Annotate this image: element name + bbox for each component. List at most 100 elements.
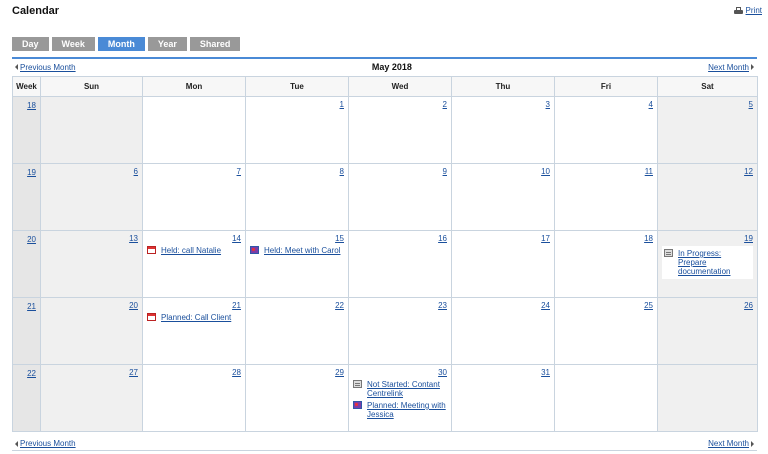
day-number-link[interactable]: 7 [147,167,241,176]
week-number-cell: 18 [12,96,41,164]
day-number-link[interactable]: 25 [559,301,653,310]
day-number-link[interactable]: 22 [250,301,344,310]
day-number-link[interactable]: 30 [353,368,447,377]
day-number-link[interactable]: 9 [353,167,447,176]
day-cell[interactable]: 28 [142,364,246,432]
week-number-link[interactable]: 20 [27,235,36,244]
tab-shared[interactable]: Shared [189,37,241,51]
day-number-link[interactable]: 24 [456,301,550,310]
event-link[interactable]: Held: Meet with Carol [264,246,340,255]
day-cell[interactable]: 26 [657,297,758,365]
day-number-link[interactable]: 1 [250,100,344,109]
day-number-link[interactable]: 6 [45,167,138,176]
day-cell[interactable]: 19 In Progress: Prepare documentation [657,230,758,298]
previous-month-link-footer[interactable]: Previous Month [15,437,76,450]
event-link[interactable]: Not Started: Contant Centrelink [367,380,447,398]
day-cell[interactable]: 27 [40,364,143,432]
next-month-link-footer[interactable]: Next Month [708,437,754,450]
day-cell[interactable]: 7 [142,163,246,231]
day-cell[interactable]: 22 [245,297,349,365]
event-link[interactable]: Planned: Call Client [161,313,231,322]
calendar-event[interactable]: Planned: Meeting with Jessica [353,401,447,419]
day-cell[interactable]: 8 [245,163,349,231]
day-number-link[interactable]: 13 [45,234,138,243]
week-number-link[interactable]: 18 [27,101,36,110]
day-cell[interactable]: 1 [245,96,349,164]
day-number-link[interactable]: 4 [559,100,653,109]
day-cell[interactable]: 10 [451,163,555,231]
print-link[interactable]: Print [733,6,762,15]
calendar-event[interactable]: In Progress: Prepare documentation [662,246,753,279]
day-cell[interactable]: 21 Planned: Call Client [142,297,246,365]
day-cell[interactable]: 23 [348,297,452,365]
calendar-event[interactable]: Held: Meet with Carol [250,246,344,255]
day-cell[interactable]: 31 [451,364,555,432]
event-link[interactable]: In Progress: Prepare documentation [678,249,751,276]
day-number-link[interactable]: 14 [147,234,241,243]
day-number-link[interactable]: 20 [45,301,138,310]
day-cell[interactable]: 15 Held: Meet with Carol [245,230,349,298]
day-number-link[interactable]: 26 [662,301,753,310]
day-number-link[interactable]: 19 [662,234,753,243]
tab-year[interactable]: Year [147,37,187,51]
day-cell[interactable]: 30 Not Started: Contant Centrelink Plann… [348,364,452,432]
day-cell[interactable]: 24 [451,297,555,365]
previous-month-link[interactable]: Previous Month [15,63,76,72]
previous-month-label[interactable]: Previous Month [20,63,76,72]
calendar-event[interactable]: Not Started: Contant Centrelink [353,380,447,398]
week-number-link[interactable]: 22 [27,369,36,378]
day-cell[interactable]: 20 [40,297,143,365]
day-number-link[interactable]: 8 [250,167,344,176]
day-number-link[interactable]: 15 [250,234,344,243]
day-number-link[interactable]: 31 [456,368,550,377]
day-cell[interactable]: 9 [348,163,452,231]
day-number-link[interactable]: 3 [456,100,550,109]
meeting-icon [250,246,259,254]
next-month-link[interactable]: Next Month [708,63,754,72]
day-number-link[interactable]: 12 [662,167,753,176]
next-month-label[interactable]: Next Month [708,439,749,448]
previous-month-label[interactable]: Previous Month [20,439,76,448]
day-number-link[interactable]: 17 [456,234,550,243]
printer-icon [733,6,743,15]
day-cell[interactable]: 12 [657,163,758,231]
tab-month[interactable]: Month [97,37,145,51]
event-link[interactable]: Held: call Natalie [161,246,221,255]
day-number-link[interactable]: 11 [559,167,653,176]
day-number-link[interactable]: 16 [353,234,447,243]
day-number-link[interactable]: 18 [559,234,653,243]
col-tue: Tue [245,76,349,97]
day-number-link[interactable]: 2 [353,100,447,109]
day-cell[interactable]: 14 Held: call Natalie [142,230,246,298]
tab-week[interactable]: Week [51,37,95,51]
month-title: May 2018 [371,62,412,72]
day-number-link[interactable]: 28 [147,368,241,377]
day-cell[interactable]: 17 [451,230,555,298]
week-number-link[interactable]: 19 [27,168,36,177]
day-cell[interactable]: 25 [554,297,658,365]
day-number-link[interactable]: 23 [353,301,447,310]
day-number-link[interactable]: 29 [250,368,344,377]
day-number-link[interactable]: 21 [147,301,241,310]
day-cell[interactable]: 18 [554,230,658,298]
event-link[interactable]: Planned: Meeting with Jessica [367,401,447,419]
day-cell[interactable]: 16 [348,230,452,298]
day-number-link[interactable]: 10 [456,167,550,176]
next-month-label[interactable]: Next Month [708,63,749,72]
week-number-cell: 19 [12,163,41,231]
calendar-event[interactable]: Held: call Natalie [147,246,241,255]
week-number-link[interactable]: 21 [27,302,36,311]
day-cell[interactable]: 2 [348,96,452,164]
day-number-link[interactable]: 27 [45,368,138,377]
day-number-link[interactable]: 5 [662,100,753,109]
print-label[interactable]: Print [746,6,762,15]
tab-day[interactable]: Day [12,37,49,51]
day-cell[interactable]: 5 [657,96,758,164]
day-cell[interactable]: 11 [554,163,658,231]
calendar-event[interactable]: Planned: Call Client [147,313,241,322]
day-cell[interactable]: 13 [40,230,143,298]
day-cell[interactable]: 3 [451,96,555,164]
day-cell[interactable]: 6 [40,163,143,231]
day-cell[interactable]: 29 [245,364,349,432]
day-cell[interactable]: 4 [554,96,658,164]
